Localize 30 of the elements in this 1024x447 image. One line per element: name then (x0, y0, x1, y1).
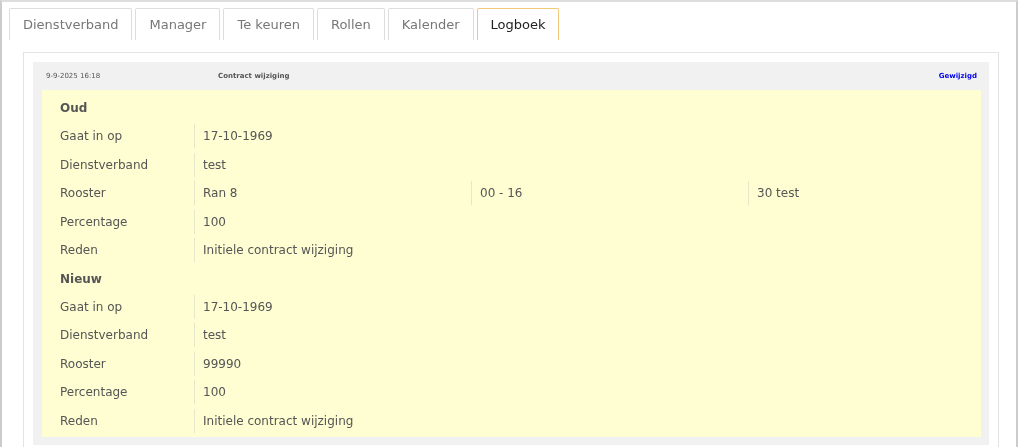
tab[interactable]: Kalender (387, 8, 474, 40)
field-label: Dienstverband (60, 157, 149, 172)
field-value: test (203, 157, 227, 172)
field-label: Rooster (60, 356, 106, 371)
field-value: Ran 8 (203, 186, 238, 201)
field-value: Initiele contract wijziging (203, 243, 354, 258)
field-value: 17-10-1969 (203, 129, 273, 144)
tab[interactable]: Te keuren (223, 8, 314, 40)
field-label: Reden (60, 243, 98, 258)
field-value: 30 test (757, 186, 800, 201)
field-label: Gaat in op (60, 299, 123, 314)
field-value: 100 (203, 385, 226, 400)
field-value: 00 - 16 (480, 186, 523, 201)
field-value: Initiele contract wijziging (203, 413, 354, 428)
tab[interactable]: Logboek (476, 8, 560, 40)
field-label: Reden (60, 413, 98, 428)
field-label: Percentage (60, 214, 128, 229)
section-heading: Oud (60, 101, 88, 115)
section-heading: Nieuw (60, 271, 102, 286)
field-label: Percentage (60, 385, 128, 400)
tab[interactable]: Rollen (316, 8, 385, 40)
tab[interactable]: Manager (135, 8, 221, 40)
field-value: 100 (203, 214, 226, 229)
field-label: Gaat in op (60, 129, 123, 144)
field-label: Dienstverband (60, 328, 149, 343)
field-value: 17-10-1969 (203, 299, 273, 314)
field-label: Rooster (60, 186, 106, 201)
field-value: test (203, 328, 227, 343)
tab[interactable]: Dienstverband (9, 8, 133, 40)
field-value: 99990 (203, 356, 242, 371)
